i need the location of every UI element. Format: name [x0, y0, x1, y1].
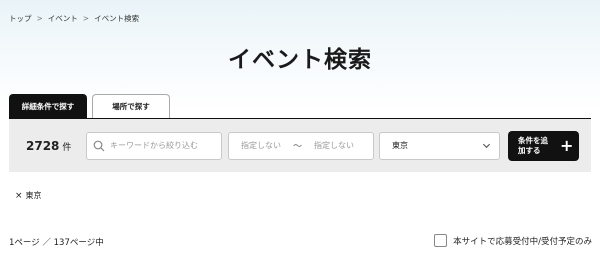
result-count-unit: 件	[62, 142, 72, 153]
filter-chip-tokyo: × 東京	[15, 190, 42, 201]
breadcrumb-item-top[interactable]: トップ	[9, 13, 32, 24]
search-bar: 2728 件 キーワードから絞り込む 指定しない 〜 指定しない 東京 条件を追加…	[9, 119, 591, 172]
accepting-only-label: 本サイトで応募受付中/受付予定のみ	[453, 236, 592, 247]
add-condition-label: 条件を追加する	[518, 135, 548, 155]
accepting-only-checkbox[interactable]	[434, 234, 448, 247]
result-count: 2728 件	[9, 139, 77, 153]
date-range-field[interactable]: 指定しない 〜 指定しない	[228, 131, 374, 160]
date-start-input[interactable]: 指定しない	[241, 140, 281, 151]
filter-chip-label: 東京	[25, 191, 42, 200]
breadcrumb-item-event[interactable]: イベント	[48, 13, 78, 24]
date-separator: 〜	[293, 142, 303, 152]
breadcrumb: トップ > イベント > イベント検索	[9, 13, 139, 24]
date-end-input[interactable]: 指定しない	[314, 140, 354, 151]
tab-detail-search[interactable]: 詳細条件で探す	[9, 94, 87, 118]
keyword-input[interactable]: キーワードから絞り込む	[86, 131, 222, 160]
breadcrumb-separator: >	[82, 14, 90, 23]
search-tabs: 詳細条件で探す 場所で探す	[9, 94, 170, 118]
add-condition-button[interactable]: 条件を追加する +	[508, 130, 579, 161]
keyword-placeholder: キーワードから絞り込む	[110, 141, 198, 150]
result-count-value: 2728	[26, 138, 60, 153]
prefecture-select[interactable]: 東京	[379, 131, 500, 160]
remove-filter-icon[interactable]: ×	[15, 191, 23, 201]
prefecture-value: 東京	[392, 141, 408, 150]
accepting-only-toggle[interactable]: 本サイトで応募受付中/受付予定のみ	[434, 234, 592, 247]
tab-location-search[interactable]: 場所で探す	[92, 94, 170, 118]
page-title: イベント検索	[228, 47, 372, 73]
pagination-info: 1ページ ／ 137ページ中	[9, 238, 104, 248]
breadcrumb-item-event-search: イベント検索	[94, 14, 140, 23]
search-icon	[93, 140, 105, 151]
chevron-down-icon	[482, 143, 491, 149]
breadcrumb-separator: >	[36, 14, 43, 23]
plus-icon: +	[560, 136, 574, 155]
